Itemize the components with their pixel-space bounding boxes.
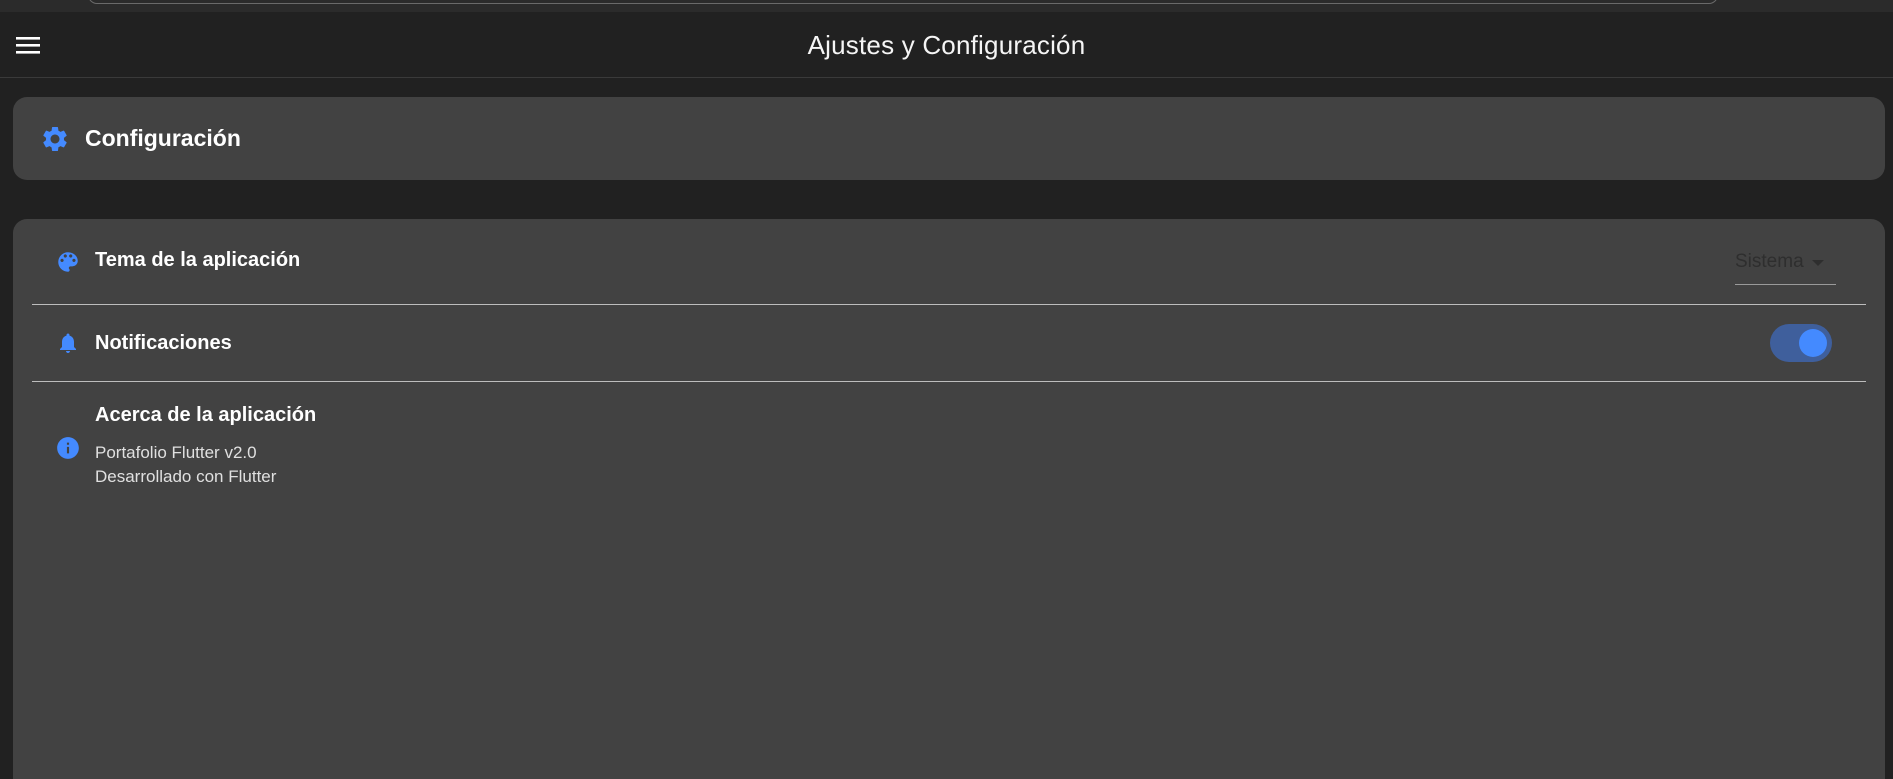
about-version-text: Portafolio Flutter v2.0 — [95, 443, 257, 462]
about-credit-text: Desarrollado con Flutter — [95, 467, 277, 486]
section-header-card: Configuración — [13, 97, 1885, 180]
notifications-setting-label: Notificaciones — [95, 332, 232, 354]
about-setting-row[interactable]: Acerca de la aplicación Portafolio Flutt… — [32, 382, 1866, 512]
top-strip — [0, 0, 1893, 12]
theme-dropdown[interactable]: Sistema — [1735, 249, 1836, 285]
palette-icon — [54, 248, 82, 276]
notifications-setting-row[interactable]: Notificaciones — [32, 305, 1866, 382]
section-title: Configuración — [85, 125, 241, 151]
page-title: Ajustes y Configuración — [807, 29, 1086, 60]
gear-icon — [39, 123, 71, 155]
info-icon — [54, 434, 82, 462]
about-setting-label: Acerca de la aplicación — [95, 404, 317, 426]
browser-address-field[interactable] — [88, 0, 1718, 4]
notifications-toggle[interactable] — [1770, 324, 1832, 362]
theme-setting-label: Tema de la aplicación — [95, 249, 301, 271]
theme-setting-row[interactable]: Tema de la aplicación Sistema — [32, 219, 1866, 305]
settings-card: Tema de la aplicación Sistema Notificaci… — [13, 219, 1885, 779]
app-bar: Ajustes y Configuración — [0, 12, 1893, 78]
toggle-thumb — [1799, 329, 1827, 357]
theme-dropdown-value: Sistema — [1735, 251, 1804, 272]
dropdown-arrow-icon — [1811, 260, 1824, 266]
bell-icon — [54, 329, 82, 357]
